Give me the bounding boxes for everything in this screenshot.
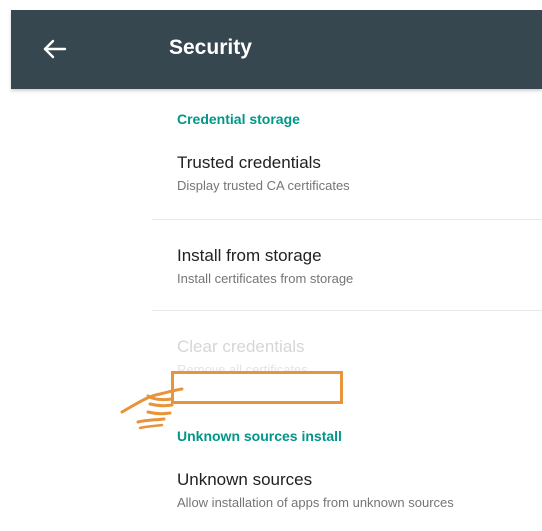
trusted-credentials-item[interactable]: Trusted credentials Display trusted CA c… bbox=[152, 152, 542, 208]
pref-summary: Display trusted CA certificates bbox=[177, 178, 350, 193]
divider bbox=[152, 310, 542, 311]
pref-summary: Allow installation of apps from unknown … bbox=[177, 495, 454, 510]
pref-title: Trusted credentials bbox=[177, 153, 321, 172]
pref-summary: Remove all certificates bbox=[177, 362, 308, 377]
clear-credentials-item: Clear credentials Remove all certificate… bbox=[152, 336, 542, 392]
back-button[interactable] bbox=[37, 32, 73, 66]
app-toolbar: Security bbox=[11, 10, 542, 89]
pref-summary: Install certificates from storage bbox=[177, 271, 354, 286]
section-header-unknown-sources: Unknown sources install bbox=[177, 428, 342, 444]
pref-title: Clear credentials bbox=[177, 337, 305, 356]
settings-list: Credential storage Trusted credentials D… bbox=[0, 89, 542, 531]
pref-title: Unknown sources bbox=[177, 470, 313, 489]
divider bbox=[152, 219, 542, 220]
section-header-credential-storage: Credential storage bbox=[177, 111, 300, 127]
page-title: Security bbox=[169, 36, 252, 59]
security-settings-screen: Security Credential storage Trusted cred… bbox=[0, 0, 542, 531]
install-from-storage-item[interactable]: Install from storage Install certificate… bbox=[152, 245, 542, 301]
arrow-back-icon bbox=[43, 39, 67, 59]
unknown-sources-item[interactable]: Unknown sources Allow installation of ap… bbox=[152, 469, 542, 525]
pref-title: Install from storage bbox=[177, 246, 322, 265]
